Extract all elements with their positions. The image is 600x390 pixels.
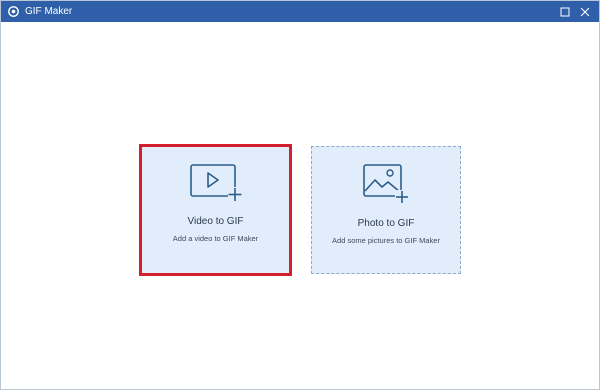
image-add-icon	[363, 164, 409, 209]
video-to-gif-card[interactable]: Video to GIF Add a video to GIF Maker	[139, 144, 292, 276]
photo-to-gif-card[interactable]: Photo to GIF Add some pictures to GIF Ma…	[311, 146, 461, 274]
window-controls	[555, 1, 595, 22]
card-subtitle: Add a video to GIF Maker	[172, 234, 259, 243]
maximize-icon[interactable]	[555, 1, 575, 22]
window-title: GIF Maker	[25, 6, 73, 17]
card-title: Photo to GIF	[357, 218, 415, 229]
gif-maker-logo-icon	[8, 6, 19, 17]
close-icon[interactable]	[575, 1, 595, 22]
card-title: Video to GIF	[187, 216, 244, 227]
gif-maker-window: GIF Maker Video to GIF Add a video to GI…	[0, 0, 600, 390]
card-subtitle: Add some pictures to GIF Maker	[332, 236, 440, 245]
video-add-icon	[189, 164, 242, 207]
title-bar[interactable]: GIF Maker	[1, 1, 599, 22]
main-content: Video to GIF Add a video to GIF Maker Ph…	[1, 22, 599, 389]
